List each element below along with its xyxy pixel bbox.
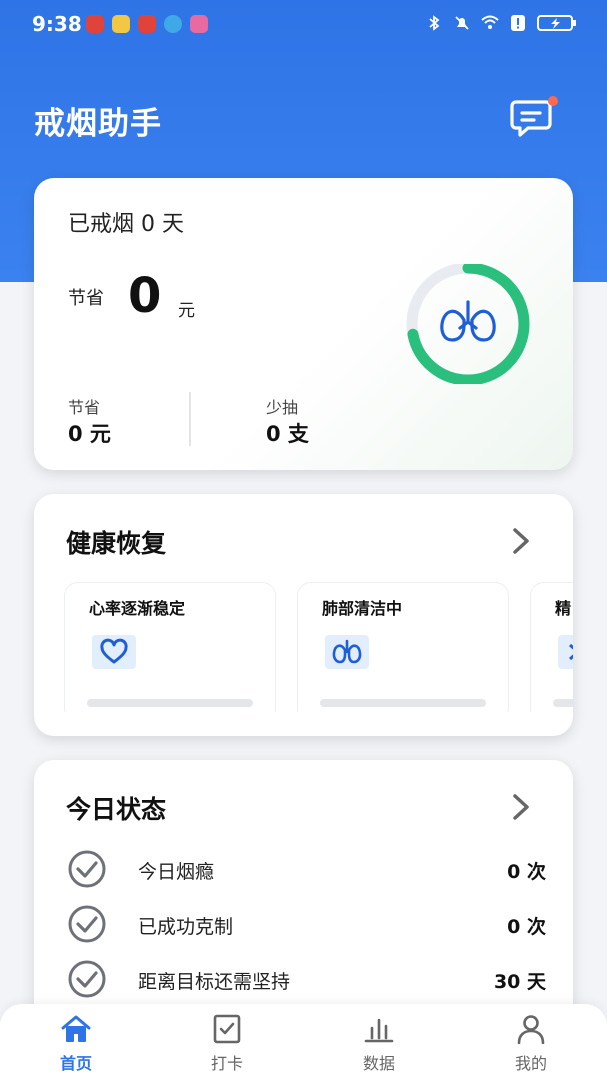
wifi-icon [481,15,499,29]
huawei-app-icon [138,15,156,33]
profile-icon [517,1015,545,1044]
spark-icon [558,635,573,669]
nav-label: 我的 [514,1054,547,1073]
heart-icon [92,635,136,669]
today-section-title: 今日状态 [66,795,167,824]
chat-message-icon[interactable] [510,96,560,140]
mute-icon [455,16,469,30]
notification-badge [548,96,558,106]
checkin-icon [213,1014,241,1044]
today-status-card: 今日状态 今日烟瘾 0 次 已成功克制 0 次 距离目标还需坚持 30 天 [34,760,573,1010]
nav-label: 首页 [59,1054,92,1073]
status-row-value: 0 次 [507,861,546,883]
health-tiles-scroller[interactable]: 心率逐渐稳定 肺部清洁中 精 [64,582,573,712]
system-icons [425,14,577,32]
stat-divider [189,392,191,446]
status-row-label: 已成功克制 [138,916,234,938]
nav-data[interactable]: 数据 [319,1014,439,1074]
saved-stat-value: 0 元 [68,422,111,446]
chevron-right-icon[interactable] [509,526,533,556]
nav-checkin[interactable]: 打卡 [167,1014,287,1074]
quit-days: 已戒烟 0 天 [68,212,184,237]
health-tile[interactable]: 精 [530,582,573,712]
status-row-resisted: 已成功克制 0 次 [66,905,546,945]
health-tile[interactable]: 心率逐渐稳定 [64,582,276,712]
chevron-right-icon[interactable] [509,792,533,822]
check-circle-icon [68,905,106,943]
progress-ring [406,264,530,384]
huawei-app-icon [86,15,104,33]
health-tile-progress [320,699,486,707]
saved-label: 节省 [68,288,104,309]
bulb-app-icon [112,15,130,33]
status-row-cravings: 今日烟瘾 0 次 [66,850,546,890]
reduced-stat-value: 0 支 [266,422,309,446]
notification-icons [86,15,208,33]
check-circle-icon [68,850,106,888]
health-tile-title: 肺部清洁中 [322,599,403,618]
health-section-title: 健康恢复 [66,529,167,558]
health-tile-progress [87,699,253,707]
status-time: 9:38 [32,12,82,36]
chart-icon [364,1018,394,1043]
alert-icon [511,15,525,31]
health-tile-progress [553,699,573,707]
health-tile-title: 心率逐渐稳定 [89,599,186,618]
nav-label: 打卡 [210,1054,243,1073]
health-tile-title: 精 [555,599,572,618]
page-title: 戒烟助手 [34,106,162,142]
saved-unit: 元 [178,301,195,321]
nav-label: 数据 [362,1054,395,1073]
status-row-label: 距离目标还需坚持 [138,971,291,993]
bluetooth-icon [429,15,440,31]
status-row-value: 0 次 [507,916,546,938]
nav-home[interactable]: 首页 [16,1014,136,1074]
nav-profile[interactable]: 我的 [471,1014,591,1074]
status-row-value: 30 天 [493,971,546,993]
reduced-stat-label: 少抽 [266,398,299,417]
health-recovery-card: 健康恢复 心率逐渐稳定 肺部清洁中 精 [34,494,573,736]
globe-app-icon [164,15,182,33]
lungs-icon [325,635,369,669]
gallery-app-icon [190,15,208,33]
summary-card[interactable]: 已戒烟 0 天 节省 0 元 节省 0 元 少抽 0 支 [34,178,573,470]
check-circle-icon [68,960,106,998]
bottom-nav: 首页 打卡 数据 我的 [0,1004,607,1080]
battery-charging-icon [537,15,576,31]
status-row-label: 今日烟瘾 [138,861,215,883]
lungs-icon [440,300,496,342]
status-bar: 9:38 [0,0,607,48]
home-icon [61,1015,91,1042]
status-row-goal: 距离目标还需坚持 30 天 [66,960,546,1000]
saved-stat-label: 节省 [68,398,101,417]
saved-amount: 0 [128,268,162,324]
health-tile[interactable]: 肺部清洁中 [297,582,509,712]
